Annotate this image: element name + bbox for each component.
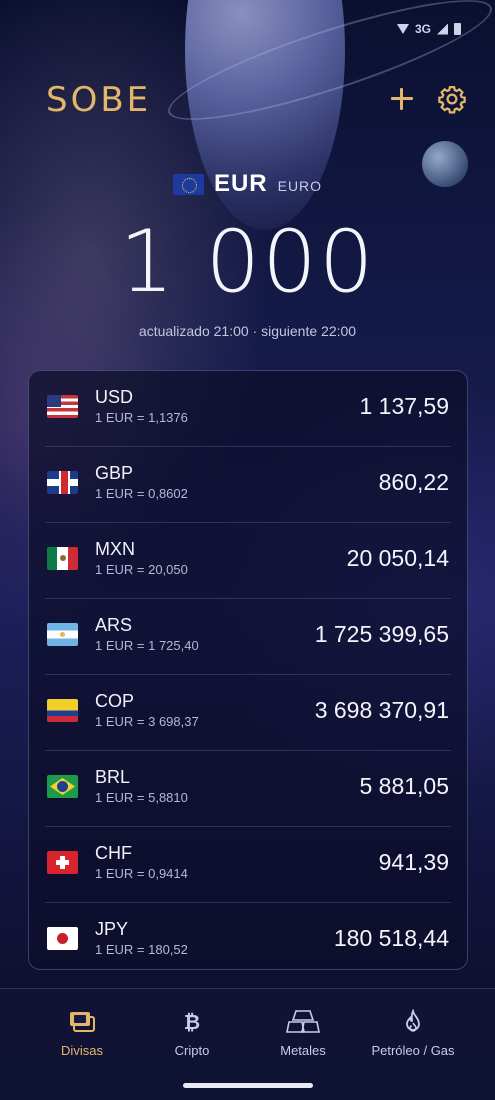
currency-code: MXN	[95, 539, 135, 559]
converted-value: 180 518,44	[333, 925, 449, 951]
currency-row-chf[interactable]: CHF 1 EUR = 0,9414 941,39	[45, 827, 451, 903]
currency-code: ARS	[95, 615, 133, 635]
exchange-rate: 1 EUR = 180,52	[95, 942, 188, 957]
exchange-rate: 1 EUR = 0,8602	[95, 486, 188, 501]
exchange-rate: 1 EUR = 1,1376	[95, 410, 188, 425]
base-currency[interactable]: EUR EURO	[0, 170, 495, 198]
gear-icon	[438, 86, 466, 114]
rates-list: USD 1 EUR = 1,1376 1 137,59 GBP 1 EUR = …	[28, 370, 468, 970]
currency-row-ars[interactable]: ARS 1 EUR = 1 725,40 1 725 399,65	[45, 599, 451, 675]
exchange-rate: 1 EUR = 0,9414	[95, 866, 188, 881]
gb-flag-icon	[47, 471, 78, 494]
mx-flag-icon	[47, 547, 78, 570]
converted-value: 3 698 370,91	[314, 697, 449, 723]
nav-label: Cripto	[174, 1043, 210, 1058]
base-currency-name: EURO	[277, 178, 323, 194]
currency-code: JPY	[95, 919, 129, 939]
nav-tab-cripto[interactable]: ₿ Cripto	[137, 1009, 247, 1058]
update-status: actualizado 21:00 · siguiente 22:00	[138, 323, 357, 339]
currency-row-brl[interactable]: BRL 1 EUR = 5,8810 5 881,05	[45, 751, 451, 827]
currency-code: CHF	[95, 843, 132, 863]
converted-value: 5 881,05	[359, 773, 449, 799]
co-flag-icon	[47, 699, 78, 722]
currency-row-cop[interactable]: COP 1 EUR = 3 698,37 3 698 370,91	[45, 675, 451, 751]
converted-value: 20 050,14	[346, 545, 449, 571]
base-currency-code: EUR	[213, 170, 268, 197]
converted-value: 1 725 399,65	[314, 621, 449, 647]
br-flag-icon	[47, 775, 78, 798]
base-amount[interactable]: 1 000	[0, 212, 495, 312]
wifi-icon	[396, 24, 409, 34]
currency-code: GBP	[95, 463, 134, 483]
converted-value: 941,39	[378, 849, 449, 875]
converted-value: 1 137,59	[359, 393, 449, 419]
gold-bars-icon	[286, 1010, 320, 1033]
app-logo: SOBE	[46, 80, 152, 120]
currency-row-jpy[interactable]: JPY 1 EUR = 180,52 180 518,44	[45, 903, 451, 979]
cell-signal-icon	[437, 23, 448, 35]
exchange-rate: 1 EUR = 1 725,40	[95, 638, 199, 653]
status-bar: 3G	[0, 0, 495, 50]
currency-row-mxn[interactable]: MXN 1 EUR = 20,050 20 050,14	[45, 523, 451, 599]
nav-label: Metales	[280, 1043, 326, 1058]
flame-icon	[406, 1009, 420, 1032]
currency-code: COP	[95, 691, 135, 711]
jp-flag-icon	[47, 927, 78, 950]
nav-label: Petróleo / Gas	[371, 1043, 455, 1058]
exchange-rate: 1 EUR = 3 698,37	[95, 714, 199, 729]
banknotes-icon	[70, 1012, 95, 1032]
bottom-navigation: Divisas ₿ Cripto Metales Petróleo / Gas	[0, 988, 495, 1100]
nav-tab-petroleo-gas[interactable]: Petróleo / Gas	[358, 1009, 468, 1058]
add-currency-button[interactable]	[387, 84, 417, 114]
exchange-rate: 1 EUR = 20,050	[95, 562, 188, 577]
currency-row-gbp[interactable]: GBP 1 EUR = 0,8602 860,22	[45, 447, 451, 523]
app-header: SOBE	[46, 80, 467, 120]
ch-flag-icon	[47, 851, 78, 874]
exchange-rate: 1 EUR = 5,8810	[95, 790, 188, 805]
bitcoin-icon: ₿	[184, 1010, 200, 1034]
nav-tab-metales[interactable]: Metales	[248, 1009, 358, 1058]
nav-tab-divisas[interactable]: Divisas	[27, 1009, 137, 1058]
eu-flag-icon	[172, 173, 204, 195]
settings-button[interactable]	[437, 84, 467, 114]
currency-row-usd[interactable]: USD 1 EUR = 1,1376 1 137,59	[45, 371, 451, 447]
currency-code: BRL	[95, 767, 131, 787]
ar-flag-icon	[47, 623, 78, 646]
svg-text:₿: ₿	[184, 1010, 200, 1034]
home-indicator	[183, 1083, 313, 1088]
converted-value: 860,22	[378, 469, 449, 495]
battery-icon	[454, 23, 461, 35]
status-icons: 3G	[396, 22, 461, 36]
currency-code: USD	[95, 387, 134, 407]
nav-label: Divisas	[61, 1043, 103, 1058]
network-type: 3G	[414, 22, 431, 36]
us-flag-icon	[47, 395, 78, 418]
